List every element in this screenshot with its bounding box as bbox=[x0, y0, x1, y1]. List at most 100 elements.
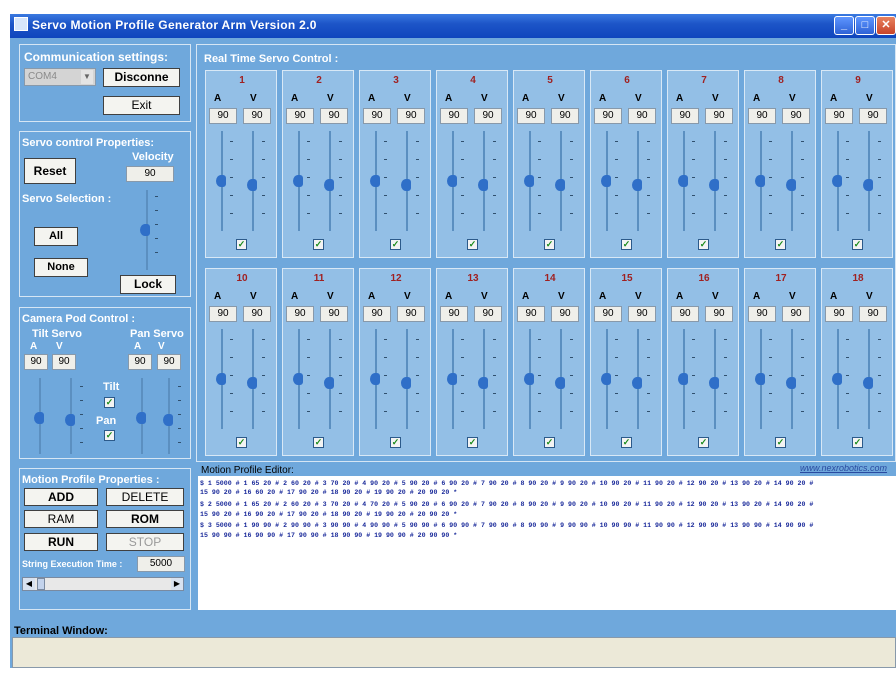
servo-angle-slider[interactable] bbox=[676, 131, 698, 231]
exec-time-scrollbar[interactable]: ◀ ▶ bbox=[22, 577, 184, 591]
velocity-input[interactable]: 90 bbox=[126, 166, 174, 182]
servo-angle-input[interactable]: 90 bbox=[671, 108, 699, 124]
servo-enable-checkbox[interactable]: ✓ bbox=[236, 239, 247, 250]
servo-velocity-input[interactable]: 90 bbox=[474, 108, 502, 124]
servo-velocity-input[interactable]: 90 bbox=[320, 306, 348, 322]
servo-angle-thumb[interactable] bbox=[524, 373, 534, 385]
servo-velocity-input[interactable]: 90 bbox=[397, 306, 425, 322]
add-button[interactable]: ADD bbox=[24, 488, 98, 506]
servo-angle-slider[interactable] bbox=[214, 329, 236, 429]
servo-velocity-thumb[interactable] bbox=[709, 377, 719, 389]
servo-angle-input[interactable]: 90 bbox=[517, 306, 545, 322]
tilt-a-input[interactable]: 90 bbox=[24, 354, 48, 370]
servo-angle-input[interactable]: 90 bbox=[440, 306, 468, 322]
servo-angle-thumb[interactable] bbox=[524, 175, 534, 187]
scroll-right-icon[interactable]: ▶ bbox=[171, 578, 183, 590]
servo-velocity-thumb[interactable] bbox=[863, 377, 873, 389]
select-none-button[interactable]: None bbox=[34, 258, 88, 277]
servo-enable-checkbox[interactable]: ✓ bbox=[698, 239, 709, 250]
servo-angle-input[interactable]: 90 bbox=[517, 108, 545, 124]
servo-velocity-slider[interactable] bbox=[321, 329, 345, 429]
servo-velocity-input[interactable]: 90 bbox=[243, 306, 271, 322]
servo-angle-thumb[interactable] bbox=[678, 373, 688, 385]
servo-angle-input[interactable]: 90 bbox=[209, 108, 237, 124]
velocity-slider[interactable] bbox=[140, 190, 160, 270]
disconnect-button[interactable]: Disconne bbox=[103, 68, 180, 87]
servo-velocity-slider[interactable] bbox=[552, 131, 576, 231]
servo-angle-input[interactable]: 90 bbox=[209, 306, 237, 322]
servo-angle-slider[interactable] bbox=[368, 329, 390, 429]
servo-angle-input[interactable]: 90 bbox=[825, 108, 853, 124]
servo-velocity-thumb[interactable] bbox=[401, 377, 411, 389]
exec-time-input[interactable]: 5000 bbox=[137, 556, 185, 572]
servo-angle-slider[interactable] bbox=[676, 329, 698, 429]
servo-angle-slider[interactable] bbox=[830, 329, 852, 429]
servo-enable-checkbox[interactable]: ✓ bbox=[390, 437, 401, 448]
servo-angle-slider[interactable] bbox=[214, 131, 236, 231]
terminal-window[interactable] bbox=[12, 637, 896, 668]
pan-angle-thumb[interactable] bbox=[136, 412, 146, 424]
servo-velocity-thumb[interactable] bbox=[324, 179, 334, 191]
servo-velocity-thumb[interactable] bbox=[863, 179, 873, 191]
servo-angle-slider[interactable] bbox=[445, 131, 467, 231]
servo-angle-input[interactable]: 90 bbox=[363, 306, 391, 322]
tilt-v-input[interactable]: 90 bbox=[52, 354, 76, 370]
servo-velocity-thumb[interactable] bbox=[555, 179, 565, 191]
pan-velocity-thumb[interactable] bbox=[163, 414, 173, 426]
tilt-angle-thumb[interactable] bbox=[34, 412, 44, 424]
servo-angle-slider[interactable] bbox=[830, 131, 852, 231]
servo-velocity-input[interactable]: 90 bbox=[782, 306, 810, 322]
servo-angle-slider[interactable] bbox=[599, 131, 621, 231]
servo-angle-input[interactable]: 90 bbox=[748, 108, 776, 124]
servo-enable-checkbox[interactable]: ✓ bbox=[313, 437, 324, 448]
maximize-button[interactable]: □ bbox=[855, 16, 875, 35]
servo-enable-checkbox[interactable]: ✓ bbox=[775, 239, 786, 250]
servo-velocity-slider[interactable] bbox=[244, 131, 268, 231]
servo-velocity-input[interactable]: 90 bbox=[551, 108, 579, 124]
reset-button[interactable]: Reset bbox=[24, 158, 76, 184]
servo-angle-thumb[interactable] bbox=[293, 373, 303, 385]
pan-checkbox[interactable]: ✓ bbox=[104, 430, 115, 441]
tilt-angle-slider[interactable] bbox=[34, 378, 50, 454]
servo-angle-thumb[interactable] bbox=[755, 373, 765, 385]
servo-angle-thumb[interactable] bbox=[447, 175, 457, 187]
servo-enable-checkbox[interactable]: ✓ bbox=[698, 437, 709, 448]
servo-velocity-input[interactable]: 90 bbox=[474, 306, 502, 322]
servo-velocity-slider[interactable] bbox=[552, 329, 576, 429]
servo-enable-checkbox[interactable]: ✓ bbox=[544, 437, 555, 448]
servo-angle-slider[interactable] bbox=[291, 329, 313, 429]
servo-angle-input[interactable]: 90 bbox=[440, 108, 468, 124]
servo-angle-thumb[interactable] bbox=[755, 175, 765, 187]
close-button[interactable]: ✕ bbox=[876, 16, 896, 35]
servo-angle-thumb[interactable] bbox=[601, 373, 611, 385]
servo-velocity-thumb[interactable] bbox=[478, 179, 488, 191]
servo-angle-input[interactable]: 90 bbox=[671, 306, 699, 322]
servo-velocity-input[interactable]: 90 bbox=[243, 108, 271, 124]
servo-angle-thumb[interactable] bbox=[216, 373, 226, 385]
servo-velocity-input[interactable]: 90 bbox=[859, 108, 887, 124]
servo-velocity-slider[interactable] bbox=[475, 329, 499, 429]
servo-velocity-slider[interactable] bbox=[475, 131, 499, 231]
servo-angle-thumb[interactable] bbox=[216, 175, 226, 187]
tilt-velocity-thumb[interactable] bbox=[65, 414, 75, 426]
servo-velocity-thumb[interactable] bbox=[786, 377, 796, 389]
servo-enable-checkbox[interactable]: ✓ bbox=[852, 239, 863, 250]
servo-velocity-thumb[interactable] bbox=[401, 179, 411, 191]
ram-button[interactable]: RAM bbox=[24, 510, 98, 528]
pan-angle-slider[interactable] bbox=[136, 378, 154, 454]
servo-angle-thumb[interactable] bbox=[293, 175, 303, 187]
run-button[interactable]: RUN bbox=[24, 533, 98, 551]
pan-a-input[interactable]: 90 bbox=[128, 354, 152, 370]
scroll-thumb[interactable] bbox=[37, 578, 45, 590]
servo-angle-slider[interactable] bbox=[753, 329, 775, 429]
scroll-left-icon[interactable]: ◀ bbox=[23, 578, 35, 590]
motion-profile-editor[interactable] bbox=[198, 476, 896, 610]
velocity-slider-thumb[interactable] bbox=[140, 224, 150, 236]
servo-velocity-slider[interactable] bbox=[629, 131, 653, 231]
servo-enable-checkbox[interactable]: ✓ bbox=[390, 239, 401, 250]
servo-angle-thumb[interactable] bbox=[370, 373, 380, 385]
select-all-button[interactable]: All bbox=[34, 227, 78, 246]
servo-angle-slider[interactable] bbox=[368, 131, 390, 231]
servo-velocity-slider[interactable] bbox=[783, 329, 807, 429]
servo-velocity-thumb[interactable] bbox=[478, 377, 488, 389]
